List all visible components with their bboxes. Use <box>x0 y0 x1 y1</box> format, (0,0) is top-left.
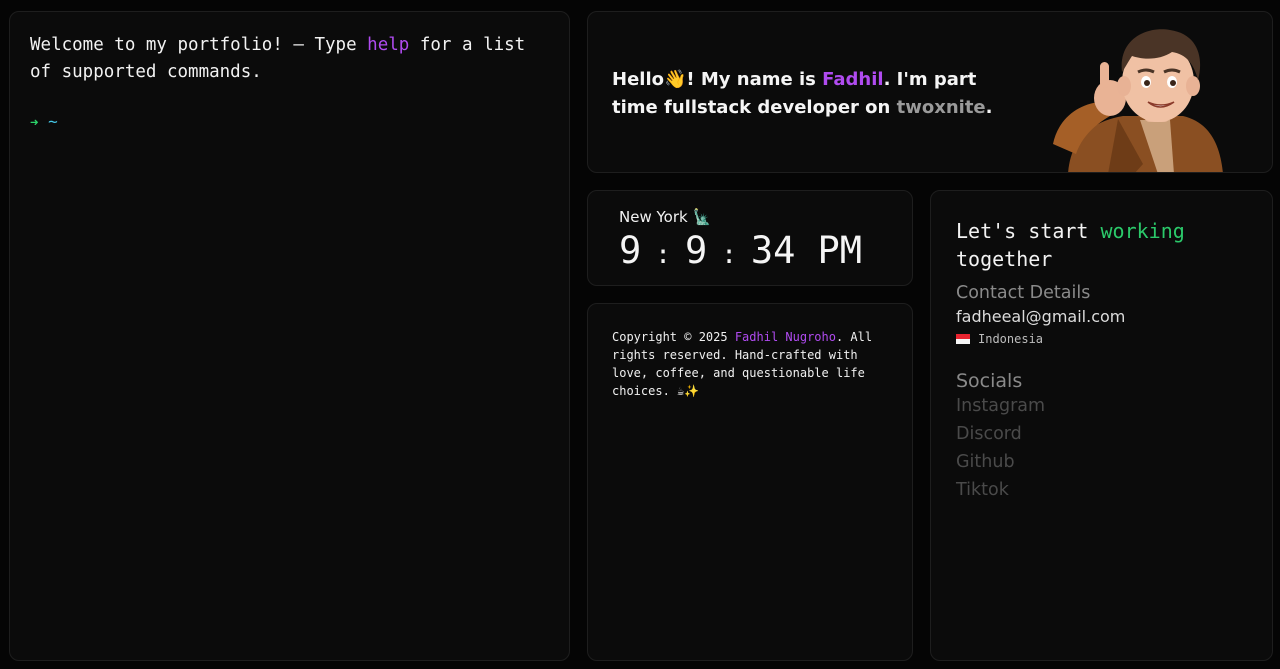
cta-heading: Let's start working together <box>956 217 1247 273</box>
clock-separator: : <box>655 240 671 270</box>
contact-details-title: Contact Details <box>956 283 1091 303</box>
clock-ampm: PM <box>817 229 862 272</box>
clock-time: 9 : 9 : 34 PM <box>619 229 862 272</box>
intro-end: . <box>985 97 993 118</box>
intro-company-link[interactable]: twoxnite <box>897 97 986 118</box>
clock-seconds: 34 <box>750 229 796 272</box>
cta-end: together <box>956 247 1053 271</box>
terminal-panel[interactable]: Welcome to my portfolio! — Type help for… <box>9 11 570 661</box>
clock-separator: : <box>721 240 737 270</box>
prompt-directory: ~ <box>48 112 58 131</box>
indonesia-flag-icon <box>956 334 970 344</box>
clock-city: New York 🗽 <box>619 208 712 226</box>
prompt-arrow-icon: ➜ <box>30 115 39 131</box>
welcome-text-start: Welcome to my portfolio! — Type <box>30 35 368 55</box>
email-link[interactable]: fadheeal@gmail.com <box>956 307 1247 326</box>
social-link-tiktok[interactable]: Tiktok <box>956 476 1247 504</box>
intro-greeting: Hello👋! My name is <box>612 69 823 90</box>
social-link-discord[interactable]: Discord <box>956 420 1247 448</box>
avatar <box>1053 29 1223 172</box>
intro-text: Hello👋! My name is Fadhil. I'm part time… <box>612 66 1012 122</box>
social-link-github[interactable]: Github <box>956 448 1247 476</box>
cta-start: Let's start <box>956 219 1101 243</box>
copyright-author: Fadhil Nugroho <box>734 330 836 344</box>
clock-hours: 9 <box>619 229 642 272</box>
intro-name: Fadhil <box>822 69 884 90</box>
country: Indonesia <box>956 332 1247 346</box>
intro-panel: Hello👋! My name is Fadhil. I'm part time… <box>587 11 1273 173</box>
terminal-prompt[interactable]: ➜ ~ <box>30 112 549 131</box>
help-command: help <box>367 35 410 55</box>
copyright-text: Copyright © 2025 Fadhil Nugroho. All rig… <box>612 328 888 400</box>
clock-minutes: 9 <box>684 229 708 272</box>
terminal-welcome-message: Welcome to my portfolio! — Type help for… <box>30 32 549 86</box>
social-link-instagram[interactable]: Instagram <box>956 392 1247 420</box>
socials-title: Socials <box>956 370 1023 392</box>
country-name: Indonesia <box>978 332 1044 346</box>
contact-panel: Let's start working together Contact Det… <box>930 190 1273 661</box>
copyright-start: Copyright © 2025 <box>612 330 735 344</box>
footer-panel: Copyright © 2025 Fadhil Nugroho. All rig… <box>587 303 913 661</box>
cta-highlight: working <box>1100 219 1185 243</box>
clock-panel: New York 🗽 9 : 9 : 34 PM <box>587 190 913 286</box>
